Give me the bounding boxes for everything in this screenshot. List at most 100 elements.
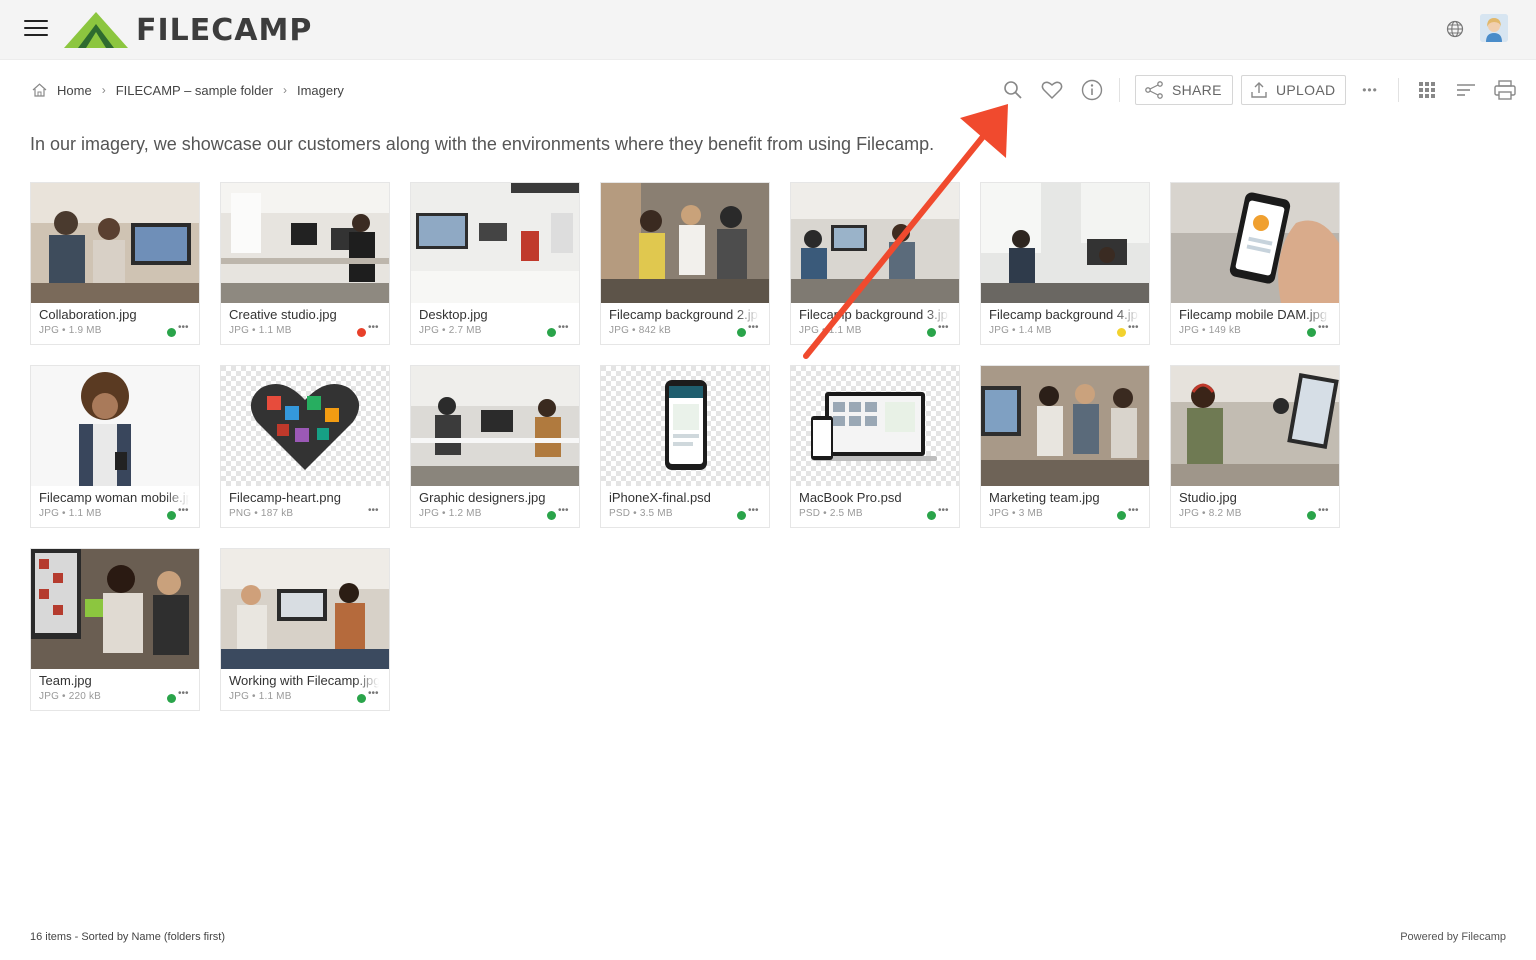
- file-meta: JPG • 1.1 MB: [229, 691, 292, 702]
- card-more-button[interactable]: •••: [368, 322, 379, 333]
- card-more-button[interactable]: •••: [558, 505, 569, 516]
- file-meta: JPG • 1.1 MB: [799, 325, 862, 336]
- file-card[interactable]: Collaboration.jpg JPG • 1.9 MB •••: [30, 182, 200, 345]
- file-card[interactable]: Marketing team.jpg JPG • 3 MB •••: [980, 365, 1150, 528]
- card-more-button[interactable]: •••: [178, 688, 189, 699]
- file-card[interactable]: Filecamp background 3.jpg JPG • 1.1 MB •…: [790, 182, 960, 345]
- upload-label: UPLOAD: [1276, 82, 1336, 98]
- filecamp-logo-mark-icon: [64, 12, 128, 48]
- info-icon: [1081, 79, 1103, 101]
- grid-icon: [1419, 82, 1435, 98]
- card-more-button[interactable]: •••: [1128, 322, 1139, 333]
- sort-button[interactable]: [1454, 78, 1478, 102]
- card-more-button[interactable]: •••: [748, 322, 759, 333]
- search-button[interactable]: [1001, 78, 1025, 102]
- folder-description: In our imagery, we showcase our customer…: [30, 134, 935, 154]
- file-card[interactable]: Graphic designers.jpg JPG • 1.2 MB •••: [410, 365, 580, 528]
- card-more-button[interactable]: •••: [368, 505, 379, 516]
- upload-button[interactable]: UPLOAD: [1241, 75, 1347, 105]
- card-more-button[interactable]: •••: [178, 505, 189, 516]
- status-dot: [357, 328, 366, 337]
- card-more-button[interactable]: •••: [178, 322, 189, 333]
- file-card[interactable]: Creative studio.jpg JPG • 1.1 MB •••: [220, 182, 390, 345]
- favorite-button[interactable]: [1040, 78, 1064, 102]
- file-meta: JPG • 1.2 MB: [419, 508, 482, 519]
- file-thumbnail: [221, 183, 389, 303]
- file-meta: JPG • 1.9 MB: [39, 325, 102, 336]
- status-dot: [167, 328, 176, 337]
- status-dot: [547, 328, 556, 337]
- file-meta: JPG • 1.1 MB: [39, 508, 102, 519]
- card-more-button[interactable]: •••: [1318, 505, 1329, 516]
- file-thumbnail: [411, 183, 579, 303]
- filecamp-logo[interactable]: FILECAMP: [64, 10, 312, 50]
- hamburger-icon[interactable]: [24, 20, 48, 40]
- card-more-button[interactable]: •••: [368, 688, 379, 699]
- file-meta: JPG • 8.2 MB: [1179, 508, 1242, 519]
- breadcrumb-home[interactable]: Home: [57, 83, 92, 98]
- file-thumbnail: [221, 366, 389, 486]
- file-thumbnail: [791, 183, 959, 303]
- file-meta: PNG • 187 kB: [229, 508, 294, 519]
- card-more-button[interactable]: •••: [938, 505, 949, 516]
- card-more-button[interactable]: •••: [1318, 322, 1329, 333]
- file-card[interactable]: Team.jpg JPG • 220 kB •••: [30, 548, 200, 711]
- status-dot: [737, 511, 746, 520]
- breadcrumb-sample-folder[interactable]: FILECAMP – sample folder: [116, 83, 273, 98]
- file-name: Filecamp mobile DAM.jpg: [1179, 307, 1329, 322]
- card-more-button[interactable]: •••: [1128, 505, 1139, 516]
- file-name: Graphic designers.jpg: [419, 490, 569, 505]
- file-card[interactable]: Filecamp-heart.png PNG • 187 kB •••: [220, 365, 390, 528]
- file-card[interactable]: iPhoneX-final.psd PSD • 3.5 MB •••: [600, 365, 770, 528]
- print-icon: [1494, 80, 1516, 100]
- file-card[interactable]: MacBook Pro.psd PSD • 2.5 MB •••: [790, 365, 960, 528]
- status-dot: [167, 511, 176, 520]
- status-dot: [357, 694, 366, 703]
- home-icon[interactable]: [32, 83, 47, 97]
- file-card[interactable]: Filecamp background 2.jpg JPG • 842 kB •…: [600, 182, 770, 345]
- share-icon: [1145, 81, 1163, 99]
- powered-by-link[interactable]: Powered by Filecamp: [1400, 931, 1506, 943]
- file-card[interactable]: Filecamp background 4.jpg JPG • 1.4 MB •…: [980, 182, 1150, 345]
- status-dot: [1307, 328, 1316, 337]
- breadcrumb: Home › FILECAMP – sample folder › Imager…: [32, 80, 344, 100]
- file-meta: JPG • 1.1 MB: [229, 325, 292, 336]
- share-button[interactable]: SHARE: [1135, 75, 1233, 105]
- card-more-button[interactable]: •••: [938, 322, 949, 333]
- status-dot: [547, 511, 556, 520]
- file-card[interactable]: Filecamp mobile DAM.jpg JPG • 149 kB •••: [1170, 182, 1340, 345]
- status-dot: [927, 511, 936, 520]
- file-meta: JPG • 149 kB: [1179, 325, 1242, 336]
- file-name: Desktop.jpg: [419, 307, 569, 322]
- grid-view-button[interactable]: [1415, 78, 1439, 102]
- status-dot: [1117, 328, 1126, 337]
- file-name: Studio.jpg: [1179, 490, 1329, 505]
- file-card[interactable]: Desktop.jpg JPG • 2.7 MB •••: [410, 182, 580, 345]
- status-dot: [1307, 511, 1316, 520]
- file-name: Filecamp background 4.jpg: [989, 307, 1139, 322]
- card-more-button[interactable]: •••: [748, 505, 759, 516]
- logo-text: FILECAMP: [136, 12, 313, 48]
- file-card[interactable]: Filecamp woman mobile.jpg JPG • 1.1 MB •…: [30, 365, 200, 528]
- file-thumbnail: [31, 366, 199, 486]
- file-thumbnail: [1171, 366, 1339, 486]
- top-bar: FILECAMP: [0, 0, 1536, 60]
- file-name: Team.jpg: [39, 673, 189, 688]
- more-options-button[interactable]: •••: [1358, 78, 1382, 102]
- print-button[interactable]: [1493, 78, 1517, 102]
- status-dot: [927, 328, 936, 337]
- file-name: Marketing team.jpg: [989, 490, 1139, 505]
- toolbar-divider: [1398, 78, 1399, 102]
- user-avatar[interactable]: [1480, 14, 1508, 42]
- file-card[interactable]: Studio.jpg JPG • 8.2 MB •••: [1170, 365, 1340, 528]
- file-meta: JPG • 220 kB: [39, 691, 102, 702]
- file-thumbnail: [601, 366, 769, 486]
- info-button[interactable]: [1080, 78, 1104, 102]
- globe-icon[interactable]: [1446, 20, 1464, 38]
- file-card[interactable]: Working with Filecamp.jpg JPG • 1.1 MB •…: [220, 548, 390, 711]
- file-meta: PSD • 3.5 MB: [609, 508, 673, 519]
- file-meta: PSD • 2.5 MB: [799, 508, 863, 519]
- share-label: SHARE: [1172, 82, 1222, 98]
- breadcrumb-imagery[interactable]: Imagery: [297, 83, 344, 98]
- card-more-button[interactable]: •••: [558, 322, 569, 333]
